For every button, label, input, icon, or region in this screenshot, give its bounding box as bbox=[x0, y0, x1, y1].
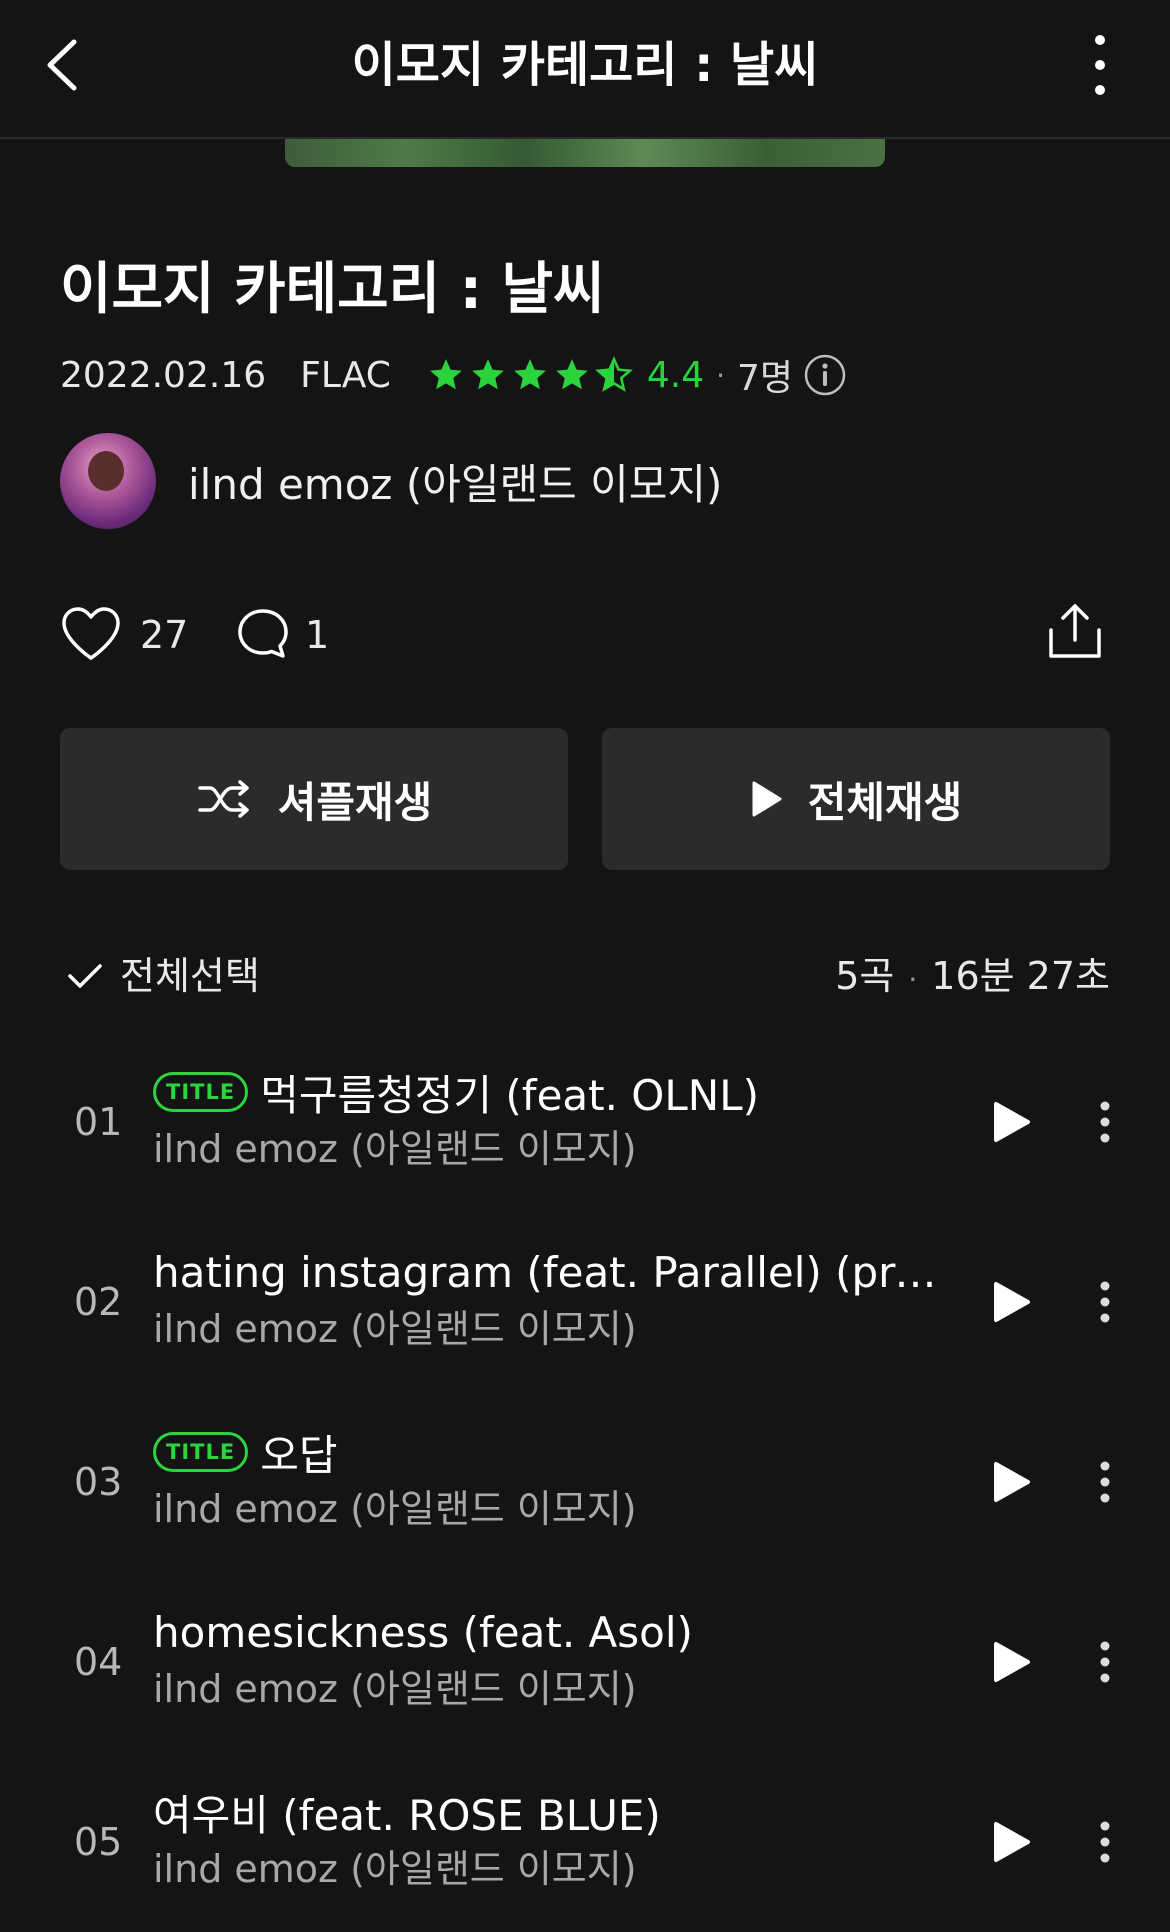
star-icon bbox=[556, 359, 588, 390]
track-row[interactable]: 01 TITLE 먹구름청정기 (feat. OLNL) ilnd emoz (… bbox=[0, 1042, 1170, 1202]
comment-count: 1 bbox=[305, 613, 330, 657]
track-row[interactable]: 03 TITLE 오답 ilnd emoz (아일랜드 이모지) bbox=[0, 1402, 1170, 1562]
track-number: 01 bbox=[74, 1100, 123, 1144]
track-title: hating instagram (feat. Parallel) (prod.… bbox=[153, 1247, 953, 1297]
like-count: 27 bbox=[140, 613, 189, 657]
track-summary: 5곡 · 16분 27초 bbox=[835, 950, 1110, 1006]
track-title: 오답 bbox=[260, 1430, 338, 1480]
select-all-button[interactable]: 전체선택 bbox=[120, 950, 260, 1002]
chevron-left-icon bbox=[47, 39, 77, 91]
track-title: homesickness (feat. Asol) bbox=[153, 1607, 693, 1657]
track-number: 03 bbox=[74, 1460, 123, 1504]
star-icon bbox=[514, 359, 546, 390]
comment-icon[interactable] bbox=[235, 606, 291, 662]
shuffle-play-button[interactable]: 셔플재생 bbox=[60, 728, 568, 870]
artist-link[interactable]: ilnd emoz (아일랜드 이모지) bbox=[60, 432, 722, 530]
artist-name: ilnd emoz (아일랜드 이모지) bbox=[188, 459, 723, 509]
separator-dot: · bbox=[716, 358, 726, 392]
album-meta: 2022.02.16 FLAC 4.4 · 7명 bbox=[60, 350, 847, 400]
track-title-row: 여우비 (feat. ROSE BLUE) bbox=[153, 1782, 953, 1842]
track-artist: ilnd emoz (아일랜드 이모지) bbox=[153, 1667, 637, 1711]
more-vertical-icon bbox=[1095, 35, 1105, 95]
more-vertical-icon[interactable] bbox=[1090, 1812, 1120, 1872]
artist-avatar bbox=[60, 433, 156, 529]
track-title: 여우비 (feat. ROSE BLUE) bbox=[153, 1790, 661, 1840]
more-vertical-icon[interactable] bbox=[1090, 1272, 1120, 1332]
play-icon bbox=[752, 781, 782, 817]
rating-stars bbox=[427, 356, 633, 394]
check-icon[interactable] bbox=[66, 958, 104, 994]
album-cover bbox=[285, 139, 885, 167]
title-badge: TITLE bbox=[153, 1072, 249, 1112]
album-page: 이모지 카테고리 : 날씨 이모지 카테고리 : 날씨 2022.02.16 F… bbox=[0, 0, 1170, 1932]
track-title: 먹구름청정기 (feat. OLNL) bbox=[260, 1070, 759, 1120]
track-title-row: TITLE 먹구름청정기 (feat. OLNL) bbox=[153, 1062, 953, 1122]
top-bar: 이모지 카테고리 : 날씨 bbox=[0, 0, 1170, 139]
track-title-row: homesickness (feat. Asol) bbox=[153, 1602, 953, 1662]
play-icon[interactable] bbox=[990, 1272, 1034, 1332]
release-date: 2022.02.16 bbox=[60, 354, 267, 396]
shuffle-label: 셔플재생 bbox=[277, 777, 433, 827]
more-vertical-icon[interactable] bbox=[1090, 1632, 1120, 1692]
rating-value: 4.4 bbox=[646, 354, 705, 396]
play-all-button[interactable]: 전체재생 bbox=[602, 728, 1110, 870]
page-title: 이모지 카테고리 : 날씨 bbox=[351, 37, 819, 93]
audio-format: FLAC bbox=[300, 354, 391, 396]
track-number: 05 bbox=[74, 1820, 123, 1864]
star-icon bbox=[472, 359, 504, 390]
play-all-label: 전체재생 bbox=[807, 777, 963, 827]
track-number: 04 bbox=[74, 1640, 123, 1684]
shuffle-icon bbox=[197, 780, 249, 818]
heart-icon[interactable] bbox=[60, 606, 122, 662]
total-duration: 16분 27초 bbox=[931, 954, 1110, 998]
album-title: 이모지 카테고리 : 날씨 bbox=[60, 257, 605, 322]
track-artist: ilnd emoz (아일랜드 이모지) bbox=[153, 1847, 637, 1891]
track-artist: ilnd emoz (아일랜드 이모지) bbox=[153, 1307, 637, 1351]
track-artist: ilnd emoz (아일랜드 이모지) bbox=[153, 1127, 637, 1171]
back-button[interactable] bbox=[40, 30, 90, 100]
star-icon bbox=[430, 359, 462, 390]
track-row[interactable]: 05 여우비 (feat. ROSE BLUE) ilnd emoz (아일랜드… bbox=[0, 1762, 1170, 1922]
play-icon[interactable] bbox=[990, 1632, 1034, 1692]
play-icon[interactable] bbox=[990, 1812, 1034, 1872]
track-row[interactable]: 04 homesickness (feat. Asol) ilnd emoz (… bbox=[0, 1582, 1170, 1742]
track-row[interactable]: 02 hating instagram (feat. Parallel) (pr… bbox=[0, 1222, 1170, 1382]
track-artist: ilnd emoz (아일랜드 이모지) bbox=[153, 1487, 637, 1531]
play-icon[interactable] bbox=[990, 1092, 1034, 1152]
list-header: 전체선택 5곡 · 16분 27초 bbox=[60, 950, 1110, 1002]
more-options-button[interactable] bbox=[1080, 30, 1120, 100]
track-number: 02 bbox=[74, 1280, 123, 1324]
track-title-row: TITLE 오답 bbox=[153, 1422, 953, 1482]
title-badge: TITLE bbox=[153, 1432, 249, 1472]
rater-count: 7명 bbox=[737, 358, 794, 399]
track-title-row: hating instagram (feat. Parallel) (prod.… bbox=[153, 1242, 953, 1302]
play-icon[interactable] bbox=[990, 1452, 1034, 1512]
more-vertical-icon[interactable] bbox=[1090, 1092, 1120, 1152]
social-actions: 27 1 bbox=[60, 600, 1110, 670]
more-vertical-icon[interactable] bbox=[1090, 1452, 1120, 1512]
half-star-icon bbox=[594, 356, 633, 392]
track-count: 5곡 bbox=[835, 954, 895, 998]
info-icon[interactable] bbox=[803, 353, 847, 397]
share-icon[interactable] bbox=[1045, 600, 1105, 662]
separator-dot: · bbox=[908, 963, 918, 996]
